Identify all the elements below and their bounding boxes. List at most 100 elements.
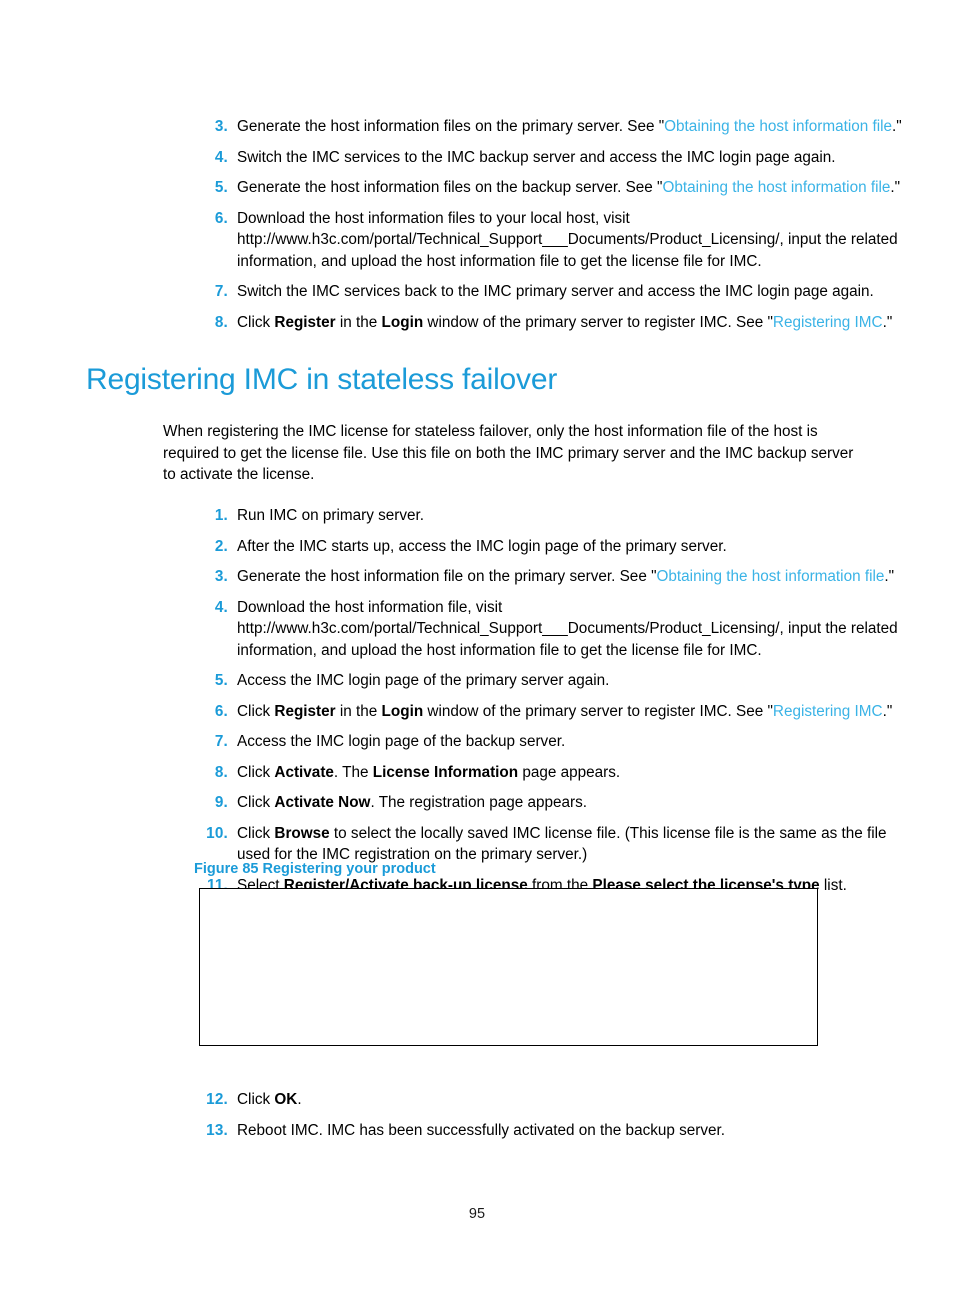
ui-term: Browse xyxy=(274,824,330,842)
cross-reference-link[interactable]: Registering IMC xyxy=(773,703,883,720)
text-run: to select the locally saved IMC license … xyxy=(237,824,887,864)
step-text: Run IMC on primary server. xyxy=(237,507,424,524)
step-number: 7. xyxy=(214,733,228,750)
ui-term: License Information xyxy=(372,763,519,781)
text-run: Download the host information files to y… xyxy=(237,209,898,270)
step-number: 8. xyxy=(214,313,228,331)
procedure-step-item: 1. Run IMC on primary server. xyxy=(40,505,954,527)
step-text: Click Register in the Login window of th… xyxy=(237,314,892,331)
text-run: ." xyxy=(892,118,902,135)
step-number: 9. xyxy=(214,794,228,811)
section-intro-paragraph: When registering the IMC license for sta… xyxy=(163,423,854,483)
step-text: Access the IMC login page of the backup … xyxy=(237,733,565,750)
step-number: 5. xyxy=(214,672,228,689)
text-run: Access the IMC login page of the backup … xyxy=(237,733,566,750)
text-run: Switch the IMC services back to the IMC … xyxy=(237,283,874,300)
text-run: Click xyxy=(237,763,275,781)
step-text: Generate the host information files on t… xyxy=(237,179,900,196)
step-number: 12. xyxy=(206,1091,228,1108)
continued-step-list: 3. Generate the host information files on… xyxy=(0,116,954,333)
ui-term: Login xyxy=(381,702,424,720)
text-run: . xyxy=(297,1091,302,1108)
step-text: After the IMC starts up, access the IMC … xyxy=(237,538,727,555)
procedure-step-item: 10. Click Browse to select the locally sa… xyxy=(40,823,954,866)
cross-reference-link[interactable]: Obtaining the host information file xyxy=(657,568,885,585)
text-run: ." xyxy=(884,568,895,585)
step-number: 4. xyxy=(214,148,228,166)
text-run: Click xyxy=(237,794,275,811)
step-number: 2. xyxy=(214,537,228,555)
text-run: in the xyxy=(335,702,382,720)
text-run: in the xyxy=(335,313,382,331)
procedure-step-item: 3. Generate the host information file on … xyxy=(40,566,954,588)
text-run: Click xyxy=(237,702,275,720)
step-number: 13. xyxy=(206,1121,228,1139)
procedure-step-item: 8. Click Activate. The License Informatio… xyxy=(40,762,954,784)
text-run: After the IMC starts up, access the IMC … xyxy=(237,537,727,555)
text-run: . The registration page appears. xyxy=(370,794,588,811)
procedure-step-item: 13. Reboot IMC. IMC has been successfully… xyxy=(40,1120,954,1142)
step-text: Click OK. xyxy=(237,1091,302,1108)
cross-reference-link[interactable]: Registering IMC xyxy=(773,314,883,331)
text-run: Click xyxy=(237,824,275,842)
procedure-step-item: 9. Click Activate Now. The registration p… xyxy=(40,792,954,814)
step-text: Reboot IMC. IMC has been successfully ac… xyxy=(237,1122,725,1139)
text-run: ." xyxy=(882,702,893,720)
procedure-step-item: 7. Access the IMC login page of the backu… xyxy=(40,731,954,753)
step-text: Click Activate. The License Information … xyxy=(237,764,620,781)
continued-step-item: 6. Download the host information files to… xyxy=(40,208,954,273)
step-text: Click Activate Now. The registration pag… xyxy=(237,794,587,811)
step-text: Generate the host information files on t… xyxy=(237,118,902,135)
step-number: 3. xyxy=(214,118,228,135)
text-run: Generate the host information files on t… xyxy=(237,179,663,196)
step-number: 6. xyxy=(214,209,228,227)
continued-step-item: 7. Switch the IMC services back to the IM… xyxy=(40,281,954,303)
text-run: Access the IMC login page of the primary… xyxy=(237,672,610,689)
text-run: ." xyxy=(882,313,893,331)
procedure-step-item: 2. After the IMC starts up, access the IM… xyxy=(40,536,954,558)
text-run: page appears. xyxy=(518,763,621,781)
ui-term: Register xyxy=(274,702,336,720)
step-number: 4. xyxy=(214,598,228,616)
document-page: 3. Generate the host information files on… xyxy=(0,0,954,1296)
ui-term: Activate xyxy=(274,763,334,781)
step-number: 7. xyxy=(214,283,228,300)
text-run: window of the primary server to register… xyxy=(423,313,773,331)
procedure-step-list: 1. Run IMC on primary server. 2. After the … xyxy=(0,505,954,896)
text-run: Generate the host information file on th… xyxy=(237,568,657,585)
step-text: Switch the IMC services back to the IMC … xyxy=(237,283,874,300)
step-text: Click Register in the Login window of th… xyxy=(237,703,892,720)
text-run: list. xyxy=(819,876,847,894)
procedure-step-item: 12. Click OK. xyxy=(40,1089,954,1111)
cross-reference-link[interactable]: Obtaining the host information file xyxy=(664,118,892,135)
cross-reference-link[interactable]: Obtaining the host information file xyxy=(663,179,891,196)
text-run: . The xyxy=(333,763,373,781)
step-number: 6. xyxy=(214,702,228,720)
continued-step-item: 4. Switch the IMC services to the IMC bac… xyxy=(40,147,954,169)
page-title: Registering IMC in stateless failover xyxy=(86,363,558,396)
step-text: Download the host information files to y… xyxy=(237,210,898,270)
step-number: 3. xyxy=(214,568,228,585)
procedure-step-item: 5. Access the IMC login page of the prima… xyxy=(40,670,954,692)
text-run: Reboot IMC. IMC has been successfully ac… xyxy=(237,1121,726,1139)
page-number: 95 xyxy=(468,1206,486,1222)
text-run: Click xyxy=(237,313,275,331)
step-number: 8. xyxy=(214,763,228,781)
continued-step-item: 3. Generate the host information files on… xyxy=(40,116,954,138)
figure-caption: Figure 85 Registering your product xyxy=(194,861,436,877)
text-run: Generate the host information files on t… xyxy=(237,118,665,135)
step-number: 1. xyxy=(214,507,228,524)
figure-image-placeholder xyxy=(199,888,818,1046)
procedure-step-list-continued: 12. Click OK. 13. Reboot IMC. IMC has been … xyxy=(0,1089,954,1141)
ui-term: Activate Now xyxy=(274,794,371,811)
text-run: window of the primary server to register… xyxy=(423,702,773,720)
ui-term: Login xyxy=(381,313,424,331)
ui-term: OK xyxy=(274,1091,298,1108)
procedure-step-item: 4. Download the host information file, vi… xyxy=(40,597,954,662)
continued-step-item: 8. Click Register in the Login window of … xyxy=(40,312,954,334)
step-text: Download the host information file, visi… xyxy=(237,599,898,659)
text-run: Download the host information file, visi… xyxy=(237,598,898,659)
step-number: 5. xyxy=(214,179,228,196)
continued-step-item: 5. Generate the host information files on… xyxy=(40,177,954,199)
step-text: Switch the IMC services to the IMC backu… xyxy=(237,149,836,166)
